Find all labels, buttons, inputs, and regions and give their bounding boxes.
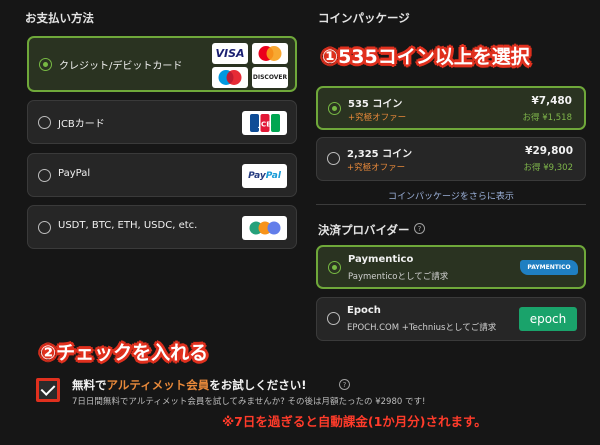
radio-credit-card[interactable]: [39, 58, 52, 71]
svg-text:JCB: JCB: [257, 121, 271, 129]
provider-billing-note: Paymenticoとしてご請求: [348, 272, 449, 282]
divider: [316, 204, 586, 205]
provider-name: Epoch: [347, 305, 381, 316]
payment-method-jcb[interactable]: JCBカード JCB: [27, 100, 297, 144]
discover-logo-text: DISCOVER: [252, 74, 288, 81]
coin-package-2325[interactable]: 2,325 コイン +究極オファー ¥29,800 お得 ¥9,302: [316, 137, 586, 181]
paymentico-logo-text: PAYMENTICO: [527, 264, 571, 271]
epoch-logo-text: epoch: [529, 312, 567, 326]
coin-package-name: 535 コイン: [348, 99, 403, 110]
trial-help-glyph: ?: [342, 380, 347, 389]
maestro-logo-icon: [212, 67, 248, 88]
jcb-logo-icon: JCB: [242, 111, 287, 135]
provider-help-icon[interactable]: ?: [414, 223, 425, 234]
coin-package-535[interactable]: 535 コイン +究極オファー ¥7,480 お得 ¥1,518: [316, 86, 586, 130]
radio-epoch[interactable]: [327, 312, 340, 325]
coin-package-savings: お得 ¥9,302: [523, 163, 573, 173]
payment-method-paypal[interactable]: PayPal PayPal: [27, 153, 297, 197]
visa-logo-text: VISA: [215, 47, 245, 60]
discover-logo-icon: DISCOVER: [252, 67, 288, 88]
paypal-logo-icon: PayPal: [242, 164, 287, 188]
provider-billing-note: EPOCH.COM +Techniusとしてご請求: [347, 323, 497, 333]
epoch-logo-icon: epoch: [519, 307, 577, 331]
radio-coin-535[interactable]: [328, 102, 341, 115]
payment-method-label: PayPal: [58, 168, 91, 179]
coin-package-price: ¥29,800: [525, 145, 573, 157]
coin-package-savings: お得 ¥1,518: [522, 113, 572, 123]
trial-title-prefix: 無料で: [72, 378, 107, 392]
coin-package-price: ¥7,480: [531, 95, 572, 107]
payment-method-label: クレジット/デビットカード: [59, 61, 183, 72]
paymentico-logo-icon: PAYMENTICO: [520, 260, 578, 275]
trial-title-accent: アルティメット会員: [106, 378, 210, 392]
radio-coin-2325[interactable]: [327, 152, 340, 165]
radio-paypal[interactable]: [38, 169, 51, 182]
payment-method-crypto[interactable]: USDT, BTC, ETH, USDC, etc.: [27, 205, 297, 249]
radio-crypto[interactable]: [38, 221, 51, 234]
annotation-step2: ②チェックを入れる: [40, 342, 209, 364]
coin-package-title: コインパッケージ: [318, 11, 410, 25]
provider-title: 決済プロバイダー: [318, 223, 410, 237]
trial-help-icon[interactable]: ?: [339, 379, 350, 390]
provider-help-glyph: ?: [417, 224, 422, 233]
payment-method-credit-card[interactable]: クレジット/デビットカード VISA DISCOVER: [27, 36, 297, 92]
payment-method-label: USDT, BTC, ETH, USDC, etc.: [58, 220, 198, 231]
trial-checkbox[interactable]: [36, 378, 60, 402]
radio-jcb[interactable]: [38, 116, 51, 129]
payment-method-label: JCBカード: [58, 119, 105, 130]
auto-billing-note: ※7日を過ぎると自動課金(1か月分)されます。: [222, 414, 487, 429]
trial-description: 7日日間無料でアルティメット会員を試してみませんか? その後は月額たったの ¥2…: [72, 397, 426, 407]
paypal-logo-text-a: Pay: [248, 171, 266, 181]
payment-title: お支払い方法: [25, 11, 94, 25]
coin-package-promo: +究極オファー: [348, 113, 407, 123]
coin-package-promo: +究極オファー: [347, 163, 406, 173]
trial-title: 無料でアルティメット会員をお試しください!: [72, 377, 306, 393]
trial-title-suffix: をお試しください!: [209, 378, 307, 392]
provider-epoch[interactable]: Epoch EPOCH.COM +Techniusとしてご請求 epoch: [316, 297, 586, 341]
coin-package-name: 2,325 コイン: [347, 149, 413, 160]
paypal-logo-text-b: Pal: [265, 171, 281, 181]
provider-name: Paymentico: [348, 254, 414, 265]
visa-logo-icon: VISA: [212, 43, 248, 64]
provider-paymentico[interactable]: Paymentico Paymenticoとしてご請求 PAYMENTICO: [316, 245, 586, 289]
radio-paymentico[interactable]: [328, 261, 341, 274]
more-coin-packages-link[interactable]: コインパッケージをさらに表示: [388, 189, 514, 202]
annotation-step1: ①535コイン以上を選択: [322, 46, 530, 68]
crypto-logo-icon: [242, 216, 287, 240]
mastercard-logo-icon: [252, 43, 288, 64]
